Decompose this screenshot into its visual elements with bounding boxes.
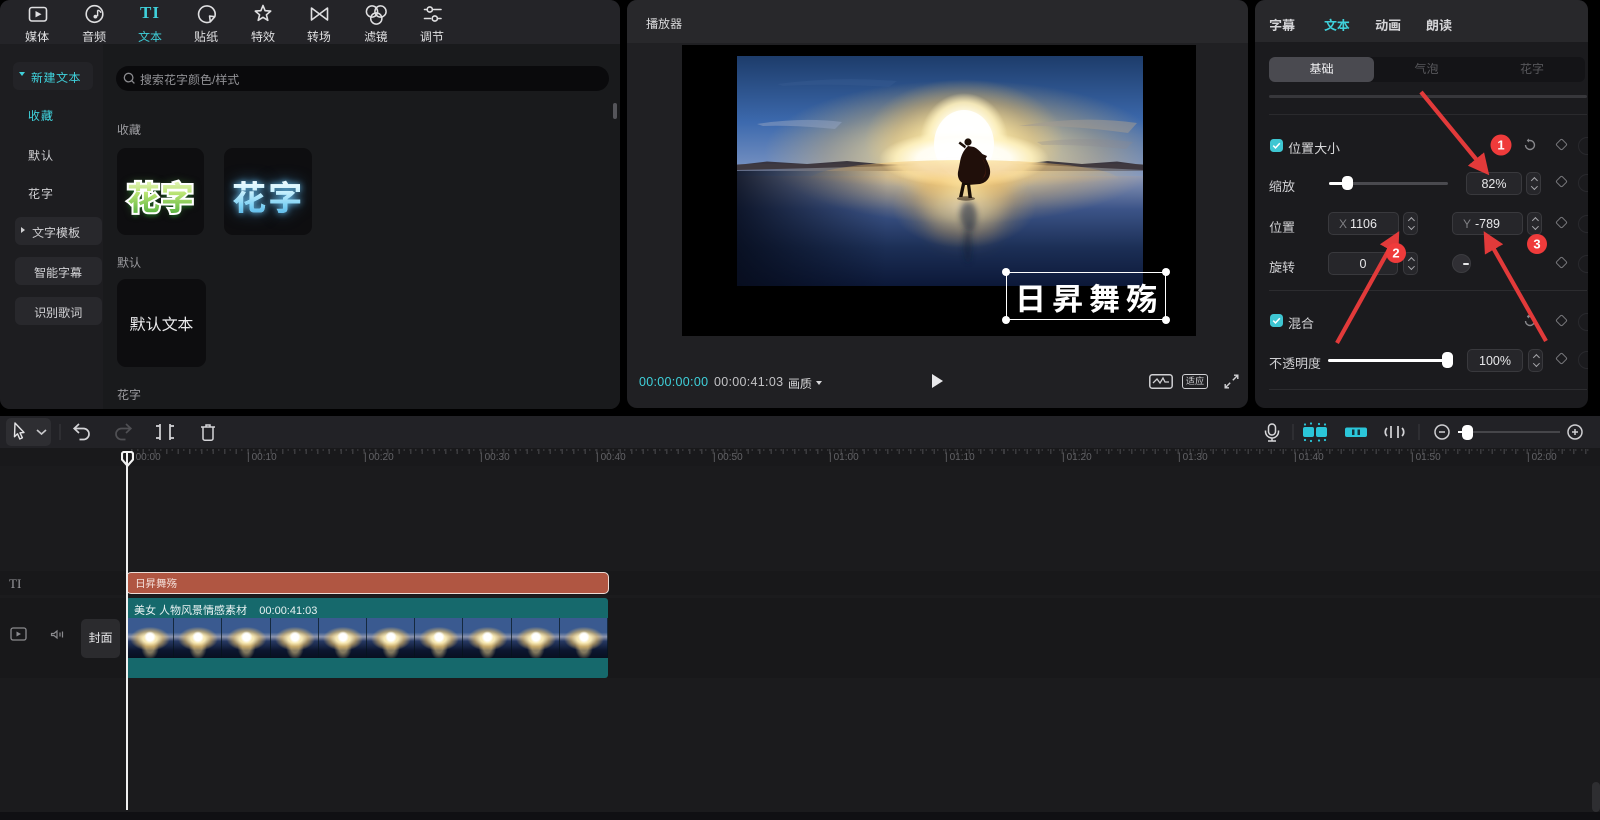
svg-text:1: 1 xyxy=(1497,138,1504,153)
svg-text:3: 3 xyxy=(1533,237,1540,252)
svg-text:2: 2 xyxy=(1392,246,1399,261)
